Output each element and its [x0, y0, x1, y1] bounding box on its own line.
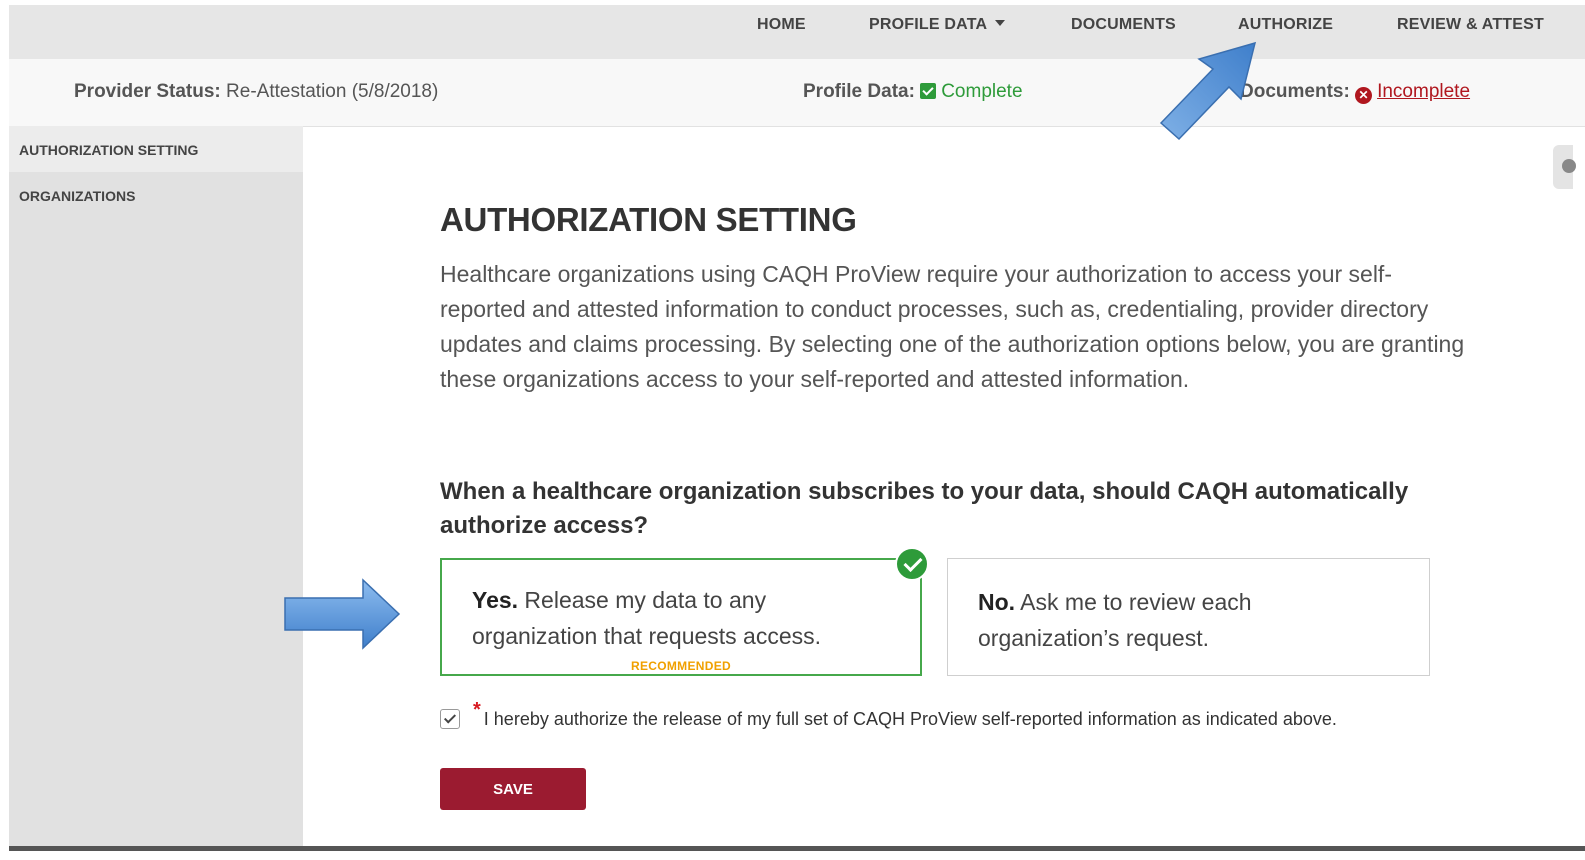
option-no-description: Ask me to review each organization’s req…: [978, 589, 1252, 651]
authorization-question: When a healthcare organization subscribe…: [440, 478, 1409, 539]
option-no-lead: No.: [978, 589, 1016, 615]
nav-profile-data[interactable]: PROFILE DATA: [869, 16, 1006, 34]
check-square-icon: [920, 83, 937, 99]
top-nav: HOME PROFILE DATA DOCUMENTS AUTHORIZE RE…: [9, 5, 1585, 59]
consent-checkbox[interactable]: [440, 709, 460, 729]
sidebar-item-organizations[interactable]: ORGANIZATIONS: [9, 172, 303, 218]
status-bar: Provider Status: Re-Attestation (5/8/201…: [9, 59, 1585, 127]
option-yes-text: Yes. Release my data to any organization…: [472, 582, 892, 654]
profile-data-value: Complete: [941, 81, 1023, 102]
provider-status-label: Provider Status:: [74, 81, 221, 102]
caret-down-icon: [995, 19, 1006, 26]
page-title: AUTHORIZATION SETTING: [440, 201, 857, 238]
profile-data-status: Profile Data: Complete: [803, 81, 1023, 103]
annotation-arrow-up-icon: [1159, 41, 1257, 141]
annotation-arrow-right-icon: [284, 578, 401, 650]
option-yes-card[interactable]: Yes. Release my data to any organization…: [440, 547, 929, 676]
option-yes-description: Release my data to any organization that…: [472, 587, 822, 649]
option-yes-lead: Yes.: [472, 587, 519, 613]
nav-home[interactable]: HOME: [757, 16, 806, 34]
required-asterisk: *: [473, 699, 481, 721]
help-tab[interactable]: [1553, 145, 1576, 189]
provider-status-value: Re-Attestation (5/8/2018): [226, 81, 439, 102]
documents-incomplete-link[interactable]: Incomplete: [1377, 81, 1470, 102]
sidebar-item-authorization-setting[interactable]: AUTHORIZATION SETTING: [9, 126, 303, 172]
app-frame: HOME PROFILE DATA DOCUMENTS AUTHORIZE RE…: [9, 5, 1585, 851]
intro-paragraph: Healthcare organizations using CAQH ProV…: [440, 261, 1465, 392]
bottom-border: [9, 846, 1585, 851]
nav-documents[interactable]: DOCUMENTS: [1071, 16, 1176, 34]
nav-profile-data-label: PROFILE DATA: [869, 16, 988, 33]
consent-row: * I hereby authorize the release of my fu…: [440, 699, 1337, 731]
consent-text: I hereby authorize the release of my ful…: [483, 709, 1337, 729]
option-no-card[interactable]: No. Ask me to review each organization’s…: [947, 558, 1430, 676]
save-button[interactable]: SAVE: [440, 768, 586, 810]
provider-status: Provider Status: Re-Attestation (5/8/201…: [74, 81, 438, 103]
nav-review-attest[interactable]: REVIEW & ATTEST: [1397, 16, 1544, 34]
nav-authorize[interactable]: AUTHORIZE: [1238, 16, 1333, 34]
check-circle-icon: [895, 547, 929, 581]
profile-data-label: Profile Data:: [803, 81, 915, 102]
sidebar: AUTHORIZATION SETTING ORGANIZATIONS: [9, 126, 303, 851]
x-circle-icon: ✕: [1355, 87, 1373, 104]
recommended-badge: RECOMMENDED: [631, 659, 731, 673]
option-no-text: No. Ask me to review each organization’s…: [978, 584, 1398, 656]
